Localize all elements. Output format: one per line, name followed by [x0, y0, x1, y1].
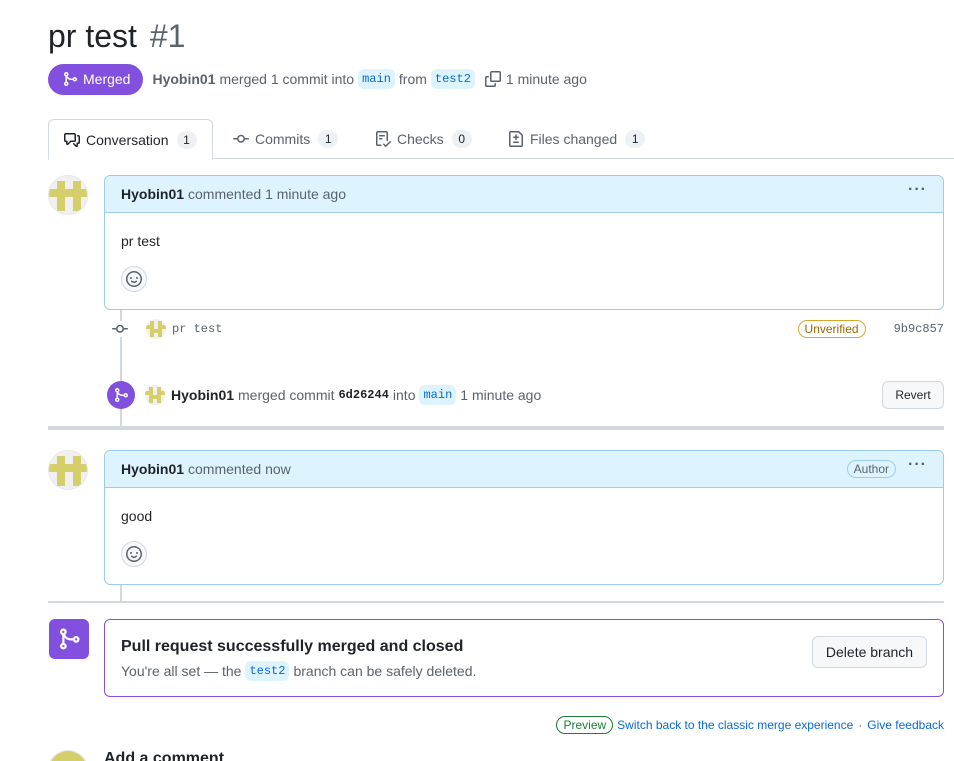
merged-state-badge: Merged [48, 63, 144, 95]
footer-separator: · [858, 718, 863, 732]
comment-author[interactable]: Hyobin01 [121, 186, 184, 202]
identicon-avatar [146, 319, 166, 339]
timeline-divider [48, 426, 944, 430]
copy-icon[interactable] [484, 71, 501, 87]
tab-checks-label: Checks [397, 131, 444, 147]
add-reaction-button[interactable] [121, 541, 147, 567]
identicon-avatar [49, 451, 87, 489]
comment-body: good [121, 508, 153, 524]
comment-author[interactable]: Hyobin01 [121, 461, 184, 477]
tab-checks[interactable]: Checks 0 [375, 119, 472, 159]
give-feedback-link[interactable]: Give feedback [867, 718, 944, 732]
git-merge-icon [115, 388, 129, 402]
merge-summary-text: merged 1 commit into [219, 71, 355, 87]
comment-time[interactable]: 1 minute ago [265, 186, 346, 202]
merged-status-title: Pull request successfully merged and clo… [121, 638, 464, 655]
comment-time[interactable]: now [265, 461, 291, 477]
switch-classic-link[interactable]: Switch back to the classic merge experie… [617, 718, 853, 732]
comment-card: Hyobin01 commented 1 minute ago ··· pr t… [104, 175, 944, 310]
merged-status-description: You're all set — the test2 branch can be… [121, 661, 476, 681]
comment-body: pr test [121, 233, 160, 249]
comment-action: commented [188, 186, 262, 202]
checklist-icon [376, 131, 391, 147]
avatar[interactable] [48, 175, 88, 215]
merge-event-badge [107, 381, 135, 409]
comment-header: Hyobin01 commented 1 minute ago ··· [105, 176, 943, 213]
comment-header: Hyobin01 commented now Author ··· [105, 451, 943, 488]
comment-options-icon[interactable]: ··· [908, 457, 927, 478]
preview-badge: Preview [556, 716, 614, 734]
add-reaction-button[interactable] [121, 266, 147, 292]
tab-conversation-count: 1 [176, 130, 197, 149]
smiley-icon [126, 271, 142, 287]
base-branch[interactable]: main [358, 69, 395, 89]
merged-state-label: Merged [83, 71, 131, 87]
comment-discussion-icon [64, 132, 80, 147]
tab-conversation[interactable]: Conversation 1 [48, 119, 213, 160]
comment-options-icon[interactable]: ··· [908, 182, 927, 203]
merge-into-text: into [392, 387, 416, 403]
pr-title: pr test #1 [48, 16, 185, 56]
git-merge-icon [60, 628, 80, 650]
commit-sha-link[interactable]: 9b9c857 [894, 322, 944, 336]
merge-user-avatar[interactable] [145, 385, 165, 405]
smiley-icon [126, 546, 142, 562]
file-diff-icon [509, 131, 523, 147]
tab-checks-count: 0 [451, 130, 472, 148]
delete-branch-button[interactable]: Delete branch [812, 636, 927, 668]
git-commit-icon [233, 134, 249, 143]
avatar[interactable] [48, 750, 88, 761]
avatar[interactable] [48, 450, 88, 490]
commit-author-avatar[interactable] [146, 319, 166, 339]
merge-event-text: merged commit [238, 387, 335, 403]
tab-commits-label: Commits [255, 131, 311, 147]
pr-title-text: pr test [48, 18, 137, 54]
add-comment-heading: Add a comment [104, 750, 225, 761]
timeline-divider [48, 601, 944, 603]
from-text: from [398, 71, 427, 87]
revert-button[interactable]: Revert [882, 381, 944, 409]
tab-files-changed-count: 1 [625, 130, 646, 148]
merged-status-badge [49, 619, 89, 659]
tab-files-changed[interactable]: Files changed 1 [508, 119, 646, 159]
merged-status-box: Pull request successfully merged and clo… [104, 619, 944, 697]
tab-files-changed-label: Files changed [530, 131, 618, 147]
deletable-branch[interactable]: test2 [245, 661, 290, 681]
pr-author-link[interactable]: Hyobin01 [152, 71, 215, 87]
tab-commits-count: 1 [318, 130, 339, 148]
commit-event: pr test Unverified 9b9c857 [112, 318, 944, 340]
commit-message-link[interactable]: pr test [172, 322, 222, 336]
git-commit-icon [112, 321, 128, 337]
git-merge-icon [64, 72, 78, 86]
merge-event: Hyobin01 merged commit 6d26244 into main… [107, 380, 944, 410]
unverified-badge[interactable]: Unverified [797, 320, 866, 338]
pr-time: 1 minute ago [505, 71, 587, 87]
tab-conversation-label: Conversation [86, 131, 169, 148]
identicon-avatar [49, 176, 87, 214]
timeline-line-lower [120, 585, 122, 602]
merge-event-time[interactable]: 1 minute ago [460, 387, 541, 403]
head-branch[interactable]: test2 [430, 69, 475, 89]
merge-experience-footer: Preview Switch back to the classic merge… [556, 714, 944, 736]
pr-tabs: Conversation 1 Commits 1 Checks 0 Files … [48, 119, 954, 160]
merge-commit-sha[interactable]: 6d26244 [338, 388, 388, 402]
merge-target-branch[interactable]: main [419, 385, 457, 405]
pr-number: #1 [149, 18, 186, 54]
pr-meta: Merged Hyobin01 merged 1 commit into mai… [48, 63, 587, 95]
tab-commits[interactable]: Commits 1 [233, 119, 339, 159]
comment-card: Hyobin01 commented now Author ··· good [104, 450, 944, 585]
comment-action: commented [188, 461, 262, 477]
merged-desc-before: You're all set — the [121, 663, 242, 679]
author-badge: Author [846, 460, 897, 478]
identicon-avatar [49, 751, 87, 761]
merge-user-link[interactable]: Hyobin01 [171, 387, 234, 403]
identicon-avatar [145, 385, 165, 405]
merged-desc-after: branch can be safely deleted. [293, 663, 477, 679]
